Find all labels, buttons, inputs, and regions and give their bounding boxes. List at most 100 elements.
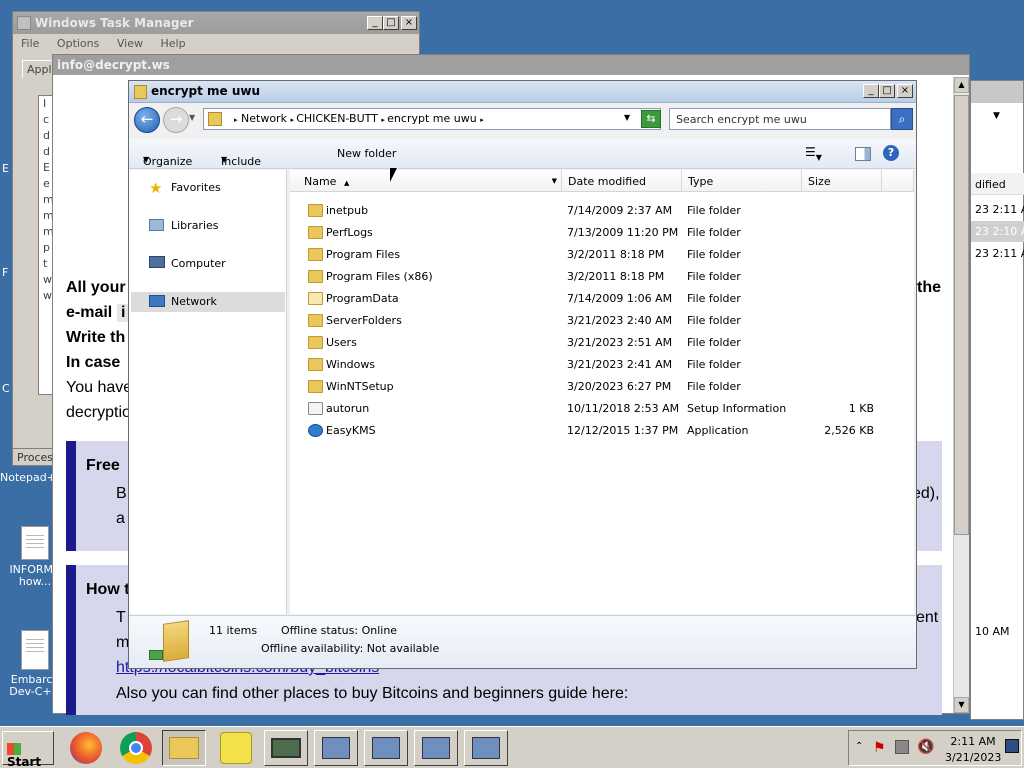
file-type: File folder (687, 380, 741, 393)
star-icon: ★ (149, 179, 163, 197)
spongebob-icon[interactable] (220, 732, 252, 764)
file-row[interactable]: autorun 10/11/2018 2:53 AM Setup Informati… (290, 398, 910, 420)
file-row[interactable]: Program Files 3/2/2011 8:18 PM File folder (290, 244, 910, 266)
item-count: 11 items (209, 624, 258, 637)
note-line: ent (916, 609, 939, 626)
folder-icon (308, 204, 323, 217)
clock-time[interactable]: 2:11 AM (947, 735, 999, 748)
file-row[interactable]: WinNTSetup 3/20/2023 6:27 PM File folder (290, 376, 910, 398)
note-line: B (116, 485, 127, 502)
file-date: 3/21/2023 2:40 AM (567, 314, 673, 327)
search-icon[interactable]: ⌕ (891, 108, 913, 130)
file-row[interactable]: EasyKMS 12/12/2015 1:37 PM Application 2,52… (290, 420, 910, 442)
firefox-icon[interactable] (70, 732, 102, 764)
start-button[interactable]: Start (2, 731, 54, 768)
scroll-thumb[interactable] (954, 95, 969, 535)
show-desktop-icon[interactable] (1005, 739, 1019, 753)
column-date-modified[interactable]: Date modified (562, 170, 682, 192)
column-label: Name (304, 175, 337, 188)
taskbar-app-button[interactable] (414, 730, 458, 766)
volume-icon[interactable]: 🔇 (917, 739, 934, 755)
column-size[interactable]: Size (802, 170, 882, 192)
file-row[interactable]: inetpub 7/14/2009 2:37 AM File folder (290, 200, 910, 222)
file-date: 10/11/2018 2:53 AM (567, 402, 680, 415)
background-explorer-window[interactable]: ▼ dified 23 2:11 AM 23 2:10 AM 23 2:11 A… (970, 80, 1024, 720)
minimize-button[interactable]: _ (863, 84, 879, 98)
chevron-down-icon[interactable]: ▼ (552, 177, 557, 185)
taskbar-explorer-button[interactable] (162, 730, 206, 766)
box-heading: How t (86, 581, 130, 598)
file-name: EasyKMS (326, 424, 376, 437)
search-input[interactable]: Search encrypt me uwu (669, 108, 891, 130)
column-name[interactable]: Name ▲ ▼ (290, 170, 562, 192)
setup-file-icon (308, 402, 323, 415)
close-button[interactable]: × (897, 84, 913, 98)
chevron-right-icon: ▸ (480, 116, 484, 124)
menu-view[interactable]: View (117, 37, 143, 50)
nav-network[interactable]: Network (131, 292, 285, 312)
breadcrumb-host[interactable]: CHICKEN-BUTT (296, 112, 378, 125)
nav-computer[interactable]: Computer (131, 254, 285, 274)
minimize-button[interactable]: _ (367, 16, 383, 30)
breadcrumb-folder[interactable]: encrypt me uwu (387, 112, 477, 125)
file-row[interactable]: ProgramData 7/14/2009 1:06 AM File folder (290, 288, 910, 310)
taskbar-taskmanager-button[interactable] (264, 730, 308, 766)
nav-label: Computer (171, 257, 226, 270)
help-icon[interactable]: ? (883, 145, 899, 161)
explorer-titlebar[interactable]: encrypt me uwu (129, 81, 916, 103)
file-row[interactable]: Windows 3/21/2023 2:41 AM File folder (290, 354, 910, 376)
forward-button[interactable]: → (163, 107, 189, 133)
note-line: a (116, 510, 125, 527)
system-tray: ⌃ ⚑ 🔇 2:11 AM 3/21/2023 (848, 730, 1022, 766)
explorer-window[interactable]: encrypt me uwu _ □ × ← → ▼ ▸ Network ▸ C… (128, 80, 917, 669)
maximize-button[interactable]: □ (383, 16, 399, 30)
close-button[interactable]: × (401, 16, 417, 30)
menu-file[interactable]: File (21, 37, 39, 50)
breadcrumb-network[interactable]: Network (241, 112, 287, 125)
new-folder-button[interactable]: New folder (337, 147, 396, 160)
scroll-up-button[interactable]: ▲ (954, 77, 969, 93)
task-manager-titlebar[interactable]: Windows Task Manager (13, 12, 419, 34)
scroll-down-button[interactable]: ▼ (954, 697, 969, 713)
column-type[interactable]: Type (682, 170, 802, 192)
file-list[interactable]: Name ▲ ▼ Date modified Type Size inetpub… (290, 170, 914, 614)
back-button[interactable]: ← (134, 107, 160, 133)
taskbar-app-button[interactable] (464, 730, 508, 766)
file-date: 3/21/2023 2:41 AM (567, 358, 673, 371)
file-row[interactable]: Users 3/21/2023 2:51 AM File folder (290, 332, 910, 354)
network-folder-icon (208, 112, 222, 126)
desktop-icon-notepadpp[interactable]: Notepad+ (0, 472, 56, 484)
menu-options[interactable]: Options (57, 37, 99, 50)
menu-help[interactable]: Help (160, 37, 185, 50)
recent-pages-icon[interactable]: ▼ (189, 113, 195, 122)
file-name: Program Files (x86) (326, 270, 433, 283)
command-bar: Organize ▼ Include in library ▼ New fold… (129, 139, 916, 194)
ransom-titlebar[interactable]: info@decrypt.ws (53, 55, 969, 75)
chevron-down-icon[interactable]: ▼ (624, 113, 630, 122)
network-tray-icon[interactable] (895, 740, 909, 754)
file-date: 12/12/2015 1:37 PM (567, 424, 679, 437)
libraries-icon (149, 219, 164, 231)
file-row[interactable]: ServerFolders 3/21/2023 2:40 AM File folde… (290, 310, 910, 332)
preview-pane-icon[interactable] (855, 147, 871, 161)
desktop-edge-letter: F (2, 266, 9, 279)
folder-icon (308, 226, 323, 239)
clock-date[interactable]: 3/21/2023 (945, 751, 1001, 764)
maximize-button[interactable]: □ (879, 84, 895, 98)
chrome-icon[interactable] (120, 732, 152, 764)
taskbar-app-button[interactable] (314, 730, 358, 766)
file-name: autorun (326, 402, 370, 415)
taskbar-app-button[interactable] (364, 730, 408, 766)
refresh-button[interactable]: ⇆ (641, 110, 661, 128)
nav-libraries[interactable]: Libraries (131, 216, 285, 236)
address-bar[interactable]: ▸ Network ▸ CHICKEN-BUTT ▸ encrypt me uw… (203, 108, 661, 130)
tab-applications[interactable]: Appli (22, 60, 56, 78)
show-hidden-icons-button[interactable]: ⌃ (855, 741, 863, 752)
action-center-icon[interactable]: ⚑ (873, 740, 886, 756)
file-row[interactable]: PerfLogs 7/13/2009 11:20 PM File folder (290, 222, 910, 244)
computer-icon (372, 737, 400, 759)
file-row[interactable]: Program Files (x86) 3/2/2011 8:18 PM File … (290, 266, 910, 288)
view-options-icon[interactable]: ☰ ▼ (805, 145, 822, 162)
vertical-scrollbar[interactable]: ▲ ▼ (953, 77, 969, 713)
nav-favorites[interactable]: ★ Favorites (131, 178, 285, 198)
